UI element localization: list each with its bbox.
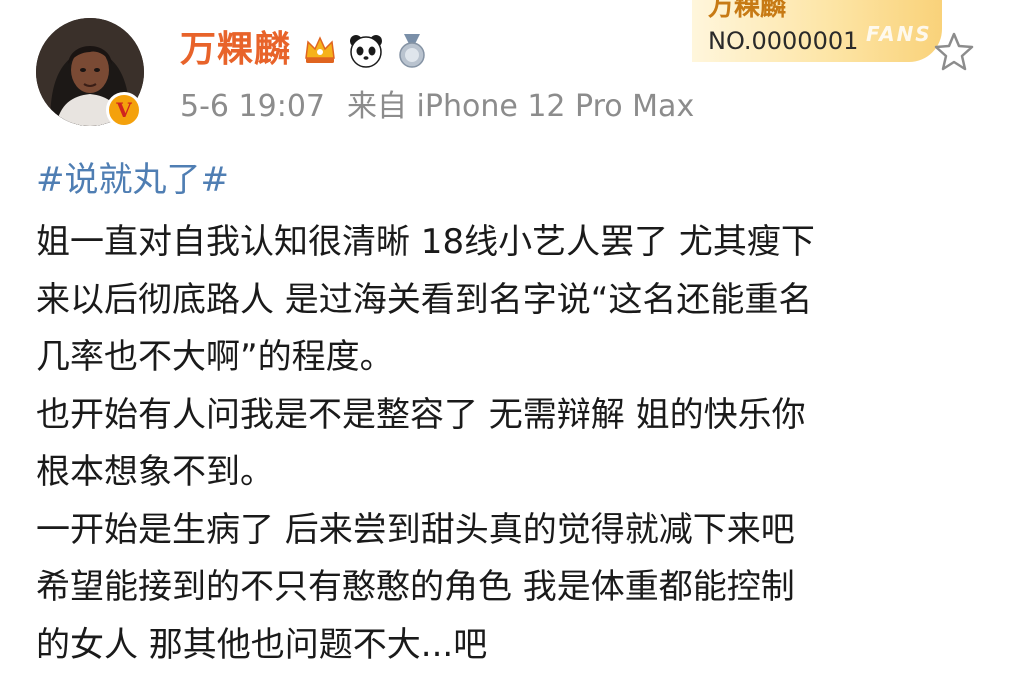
fan-card-number: NO.0000001	[708, 27, 858, 55]
post-line: 也开始有人问我是不是整容了 无需辩解 姐的快乐你	[36, 387, 996, 445]
fan-card-label: FANS	[866, 22, 932, 46]
crown-icon[interactable]	[300, 30, 340, 70]
username[interactable]: 万粿麟	[180, 28, 291, 72]
post-source: 来自 iPhone 12 Pro Max	[347, 89, 694, 124]
favorite-star-icon[interactable]	[932, 30, 976, 74]
post-line: 来以后彻底路人 是过海关看到名字说“这名还能重名	[36, 272, 996, 330]
post-line: 希望能接到的不只有憨憨的角色 我是体重都能控制	[36, 559, 996, 617]
post-line: 根本想象不到。	[36, 444, 996, 502]
fan-card-name: 万粿麟	[708, 0, 786, 22]
post-line: 姐一直对自我认知很清晰 18线小艺人罢了 尤其瘦下	[36, 214, 996, 272]
post-time: 5-6 19:07	[180, 89, 325, 124]
user-badges	[300, 30, 432, 70]
post-line: 一开始是生病了 后来尝到甜头真的觉得就减下来吧	[36, 502, 996, 560]
hashtag-link[interactable]: #说就丸了#	[36, 158, 229, 202]
verified-badge-icon: V	[106, 92, 142, 128]
post-meta: 5-6 19:07 来自 iPhone 12 Pro Max	[180, 88, 694, 126]
medal-icon[interactable]	[392, 30, 432, 70]
post-line: 几率也不大啊”的程度。	[36, 329, 996, 387]
post-body: 姐一直对自我认知很清晰 18线小艺人罢了 尤其瘦下 来以后彻底路人 是过海关看到…	[36, 214, 996, 674]
panda-icon[interactable]	[346, 30, 386, 70]
post-line: 的女人 那其他也问题不大...吧	[36, 617, 996, 674]
